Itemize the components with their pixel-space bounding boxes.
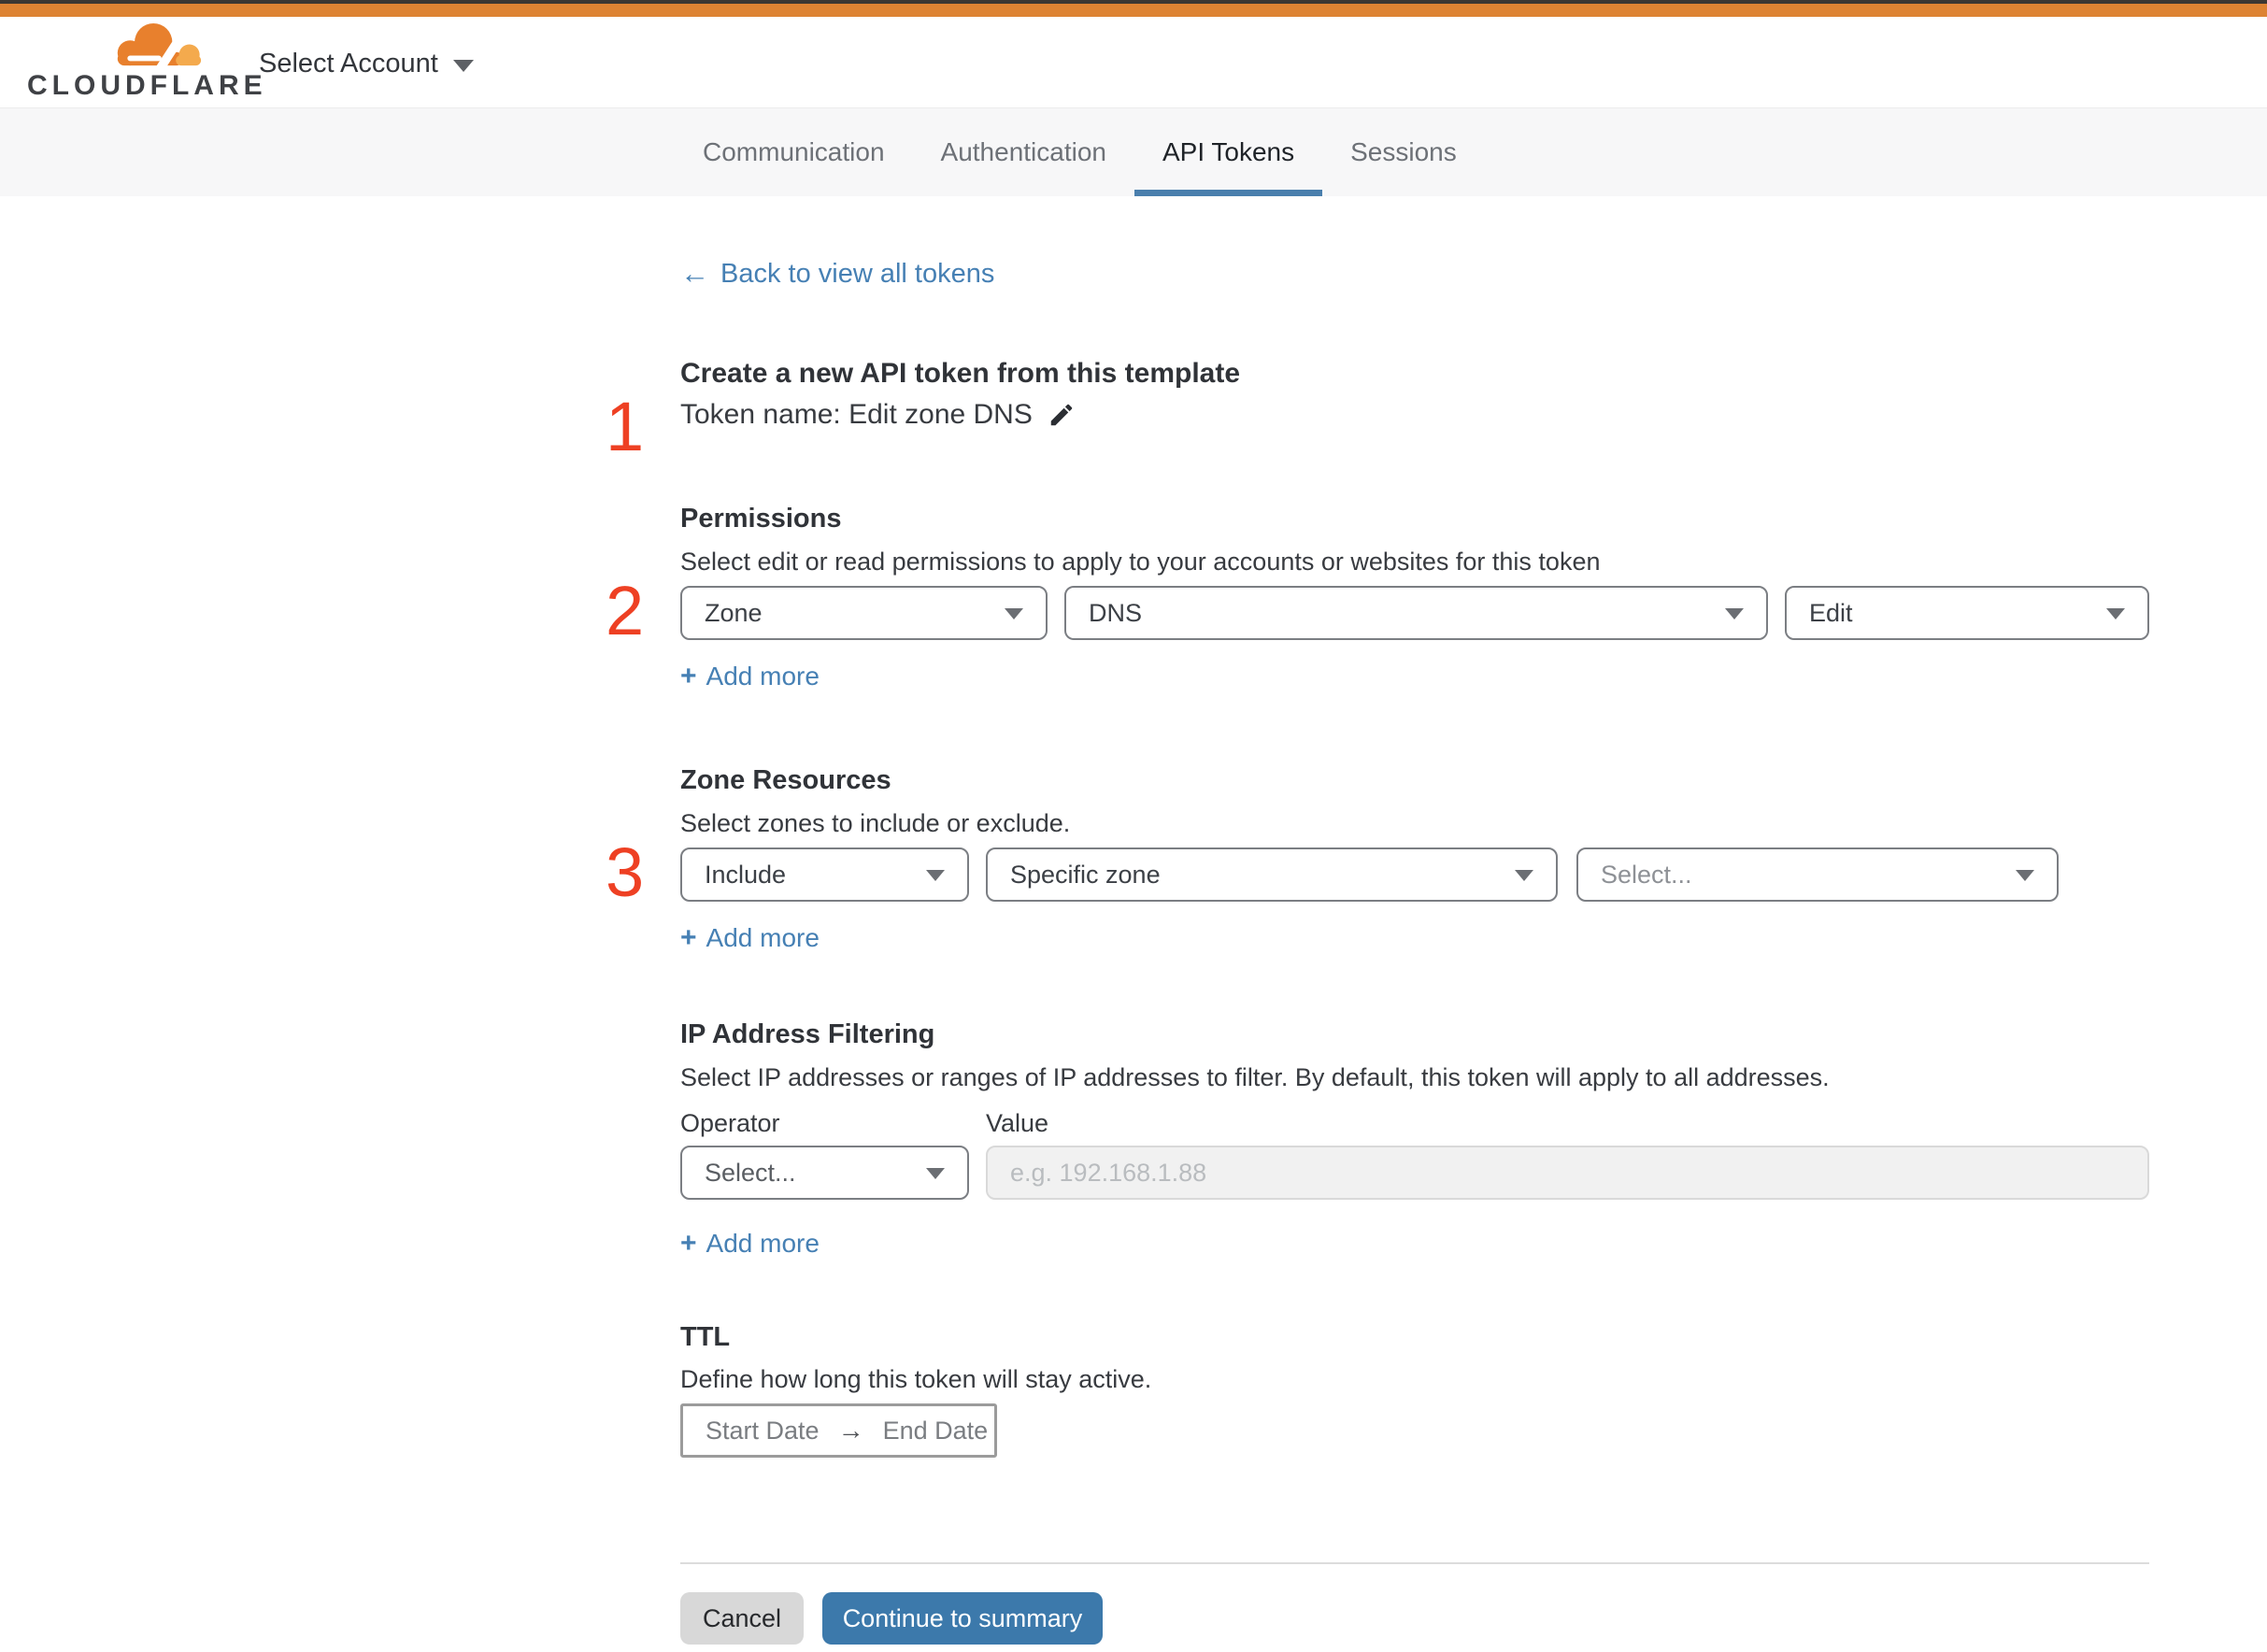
permissions-title: Permissions [680, 504, 842, 534]
ttl-description: Define how long this token will stay act… [680, 1365, 1152, 1393]
add-more-label: Add more [706, 662, 820, 691]
add-more-label: Add more [706, 1229, 820, 1258]
ip-filtering-section: IP Address Filtering Select IP addresses… [680, 1018, 2149, 1260]
permissions-add-more-link[interactable]: + Add more [680, 661, 820, 692]
cloudflare-cloud-icon [117, 23, 202, 69]
zone-include-value: Include [705, 860, 787, 889]
account-selector[interactable]: Select Account [259, 43, 474, 84]
chevron-down-icon [452, 59, 474, 72]
page-title: Create a new API token from this templat… [680, 358, 1241, 389]
cloudflare-logo[interactable]: CLOUDFLARE [27, 22, 267, 102]
permission-type-value: DNS [1089, 598, 1143, 627]
permissions-description: Select edit or read permissions to apply… [680, 548, 1601, 576]
zone-resources-description: Select zones to include or exclude. [680, 809, 1071, 837]
step-3-number: 3 [606, 833, 645, 911]
back-to-tokens-link[interactable]: ← Back to view all tokens [680, 258, 994, 290]
ip-filtering-title: IP Address Filtering [680, 1019, 935, 1049]
cloudflare-wordmark: CLOUDFLARE [27, 70, 267, 101]
header: CLOUDFLARE Select Account [0, 17, 2267, 107]
continue-to-summary-button[interactable]: Continue to summary [822, 1592, 1103, 1645]
footer-divider [680, 1562, 2149, 1564]
zone-resources-add-more-link[interactable]: + Add more [680, 922, 820, 954]
add-more-label: Add more [706, 923, 820, 952]
step-2-number: 2 [606, 572, 645, 649]
permission-level-select[interactable]: Edit [1785, 586, 2149, 640]
tab-api-tokens[interactable]: API Tokens [1134, 108, 1323, 196]
operator-label: Operator [680, 1109, 780, 1137]
zone-type-select[interactable]: Specific zone [986, 847, 1558, 902]
token-name-section: 1 Create a new API token from this templ… [606, 357, 2149, 462]
ttl-section: TTL Define how long this token will stay… [680, 1321, 2149, 1458]
top-orange-accent-bar [0, 4, 2267, 17]
zone-resources-section: Zone Resources Select zones to include o… [606, 764, 2149, 954]
zone-picker-value: Select... [1601, 860, 1692, 889]
chevron-down-icon [926, 1168, 945, 1179]
zone-resources-title: Zone Resources [680, 765, 891, 795]
main-content: ← Back to view all tokens 1 Create a new… [606, 196, 2149, 1645]
chevron-down-icon [926, 870, 945, 881]
step-1-number: 1 [606, 388, 645, 465]
tab-authentication[interactable]: Authentication [913, 108, 1134, 196]
tab-sessions[interactable]: Sessions [1322, 108, 1485, 196]
chevron-down-icon [2106, 608, 2125, 620]
chevron-down-icon [2016, 870, 2034, 881]
chevron-down-icon [1725, 608, 1744, 620]
plus-icon: + [680, 922, 697, 953]
zone-picker-select[interactable]: Select... [1576, 847, 2059, 902]
account-selector-label: Select Account [259, 48, 438, 78]
left-arrow-icon: ← [680, 257, 709, 290]
edit-pencil-icon[interactable] [1048, 401, 1076, 429]
permission-scope-value: Zone [705, 598, 763, 627]
permission-type-select[interactable]: DNS [1064, 586, 1768, 640]
back-link-label: Back to view all tokens [720, 259, 995, 289]
token-name-text: Token name: Edit zone DNS [680, 399, 1033, 430]
permission-level-value: Edit [1809, 598, 1853, 627]
ttl-title: TTL [680, 1322, 731, 1352]
cancel-button[interactable]: Cancel [680, 1592, 804, 1645]
tab-communication[interactable]: Communication [675, 108, 913, 196]
ttl-date-range-picker[interactable]: Start Date → End Date [680, 1403, 997, 1458]
ip-filtering-description: Select IP addresses or ranges of IP addr… [680, 1063, 1830, 1091]
ip-filtering-add-more-link[interactable]: + Add more [680, 1228, 820, 1260]
zone-include-select[interactable]: Include [680, 847, 969, 902]
chevron-down-icon [1515, 870, 1533, 881]
permission-scope-select[interactable]: Zone [680, 586, 1048, 640]
value-label: Value [986, 1109, 1049, 1137]
plus-icon: + [680, 1228, 697, 1259]
start-date-placeholder: Start Date [706, 1416, 820, 1445]
permissions-section: Permissions Select edit or read permissi… [606, 503, 2149, 692]
ip-operator-select[interactable]: Select... [680, 1146, 969, 1200]
footer-actions: Cancel Continue to summary [680, 1592, 2149, 1645]
ip-operator-value: Select... [705, 1158, 796, 1187]
plus-icon: + [680, 661, 697, 691]
ip-value-input[interactable] [986, 1146, 2149, 1200]
zone-type-value: Specific zone [1010, 860, 1161, 889]
tab-bar: Communication Authentication API Tokens … [0, 107, 2267, 196]
chevron-down-icon [1005, 608, 1023, 620]
right-arrow-icon: → [837, 1416, 864, 1445]
end-date-placeholder: End Date [882, 1416, 989, 1445]
